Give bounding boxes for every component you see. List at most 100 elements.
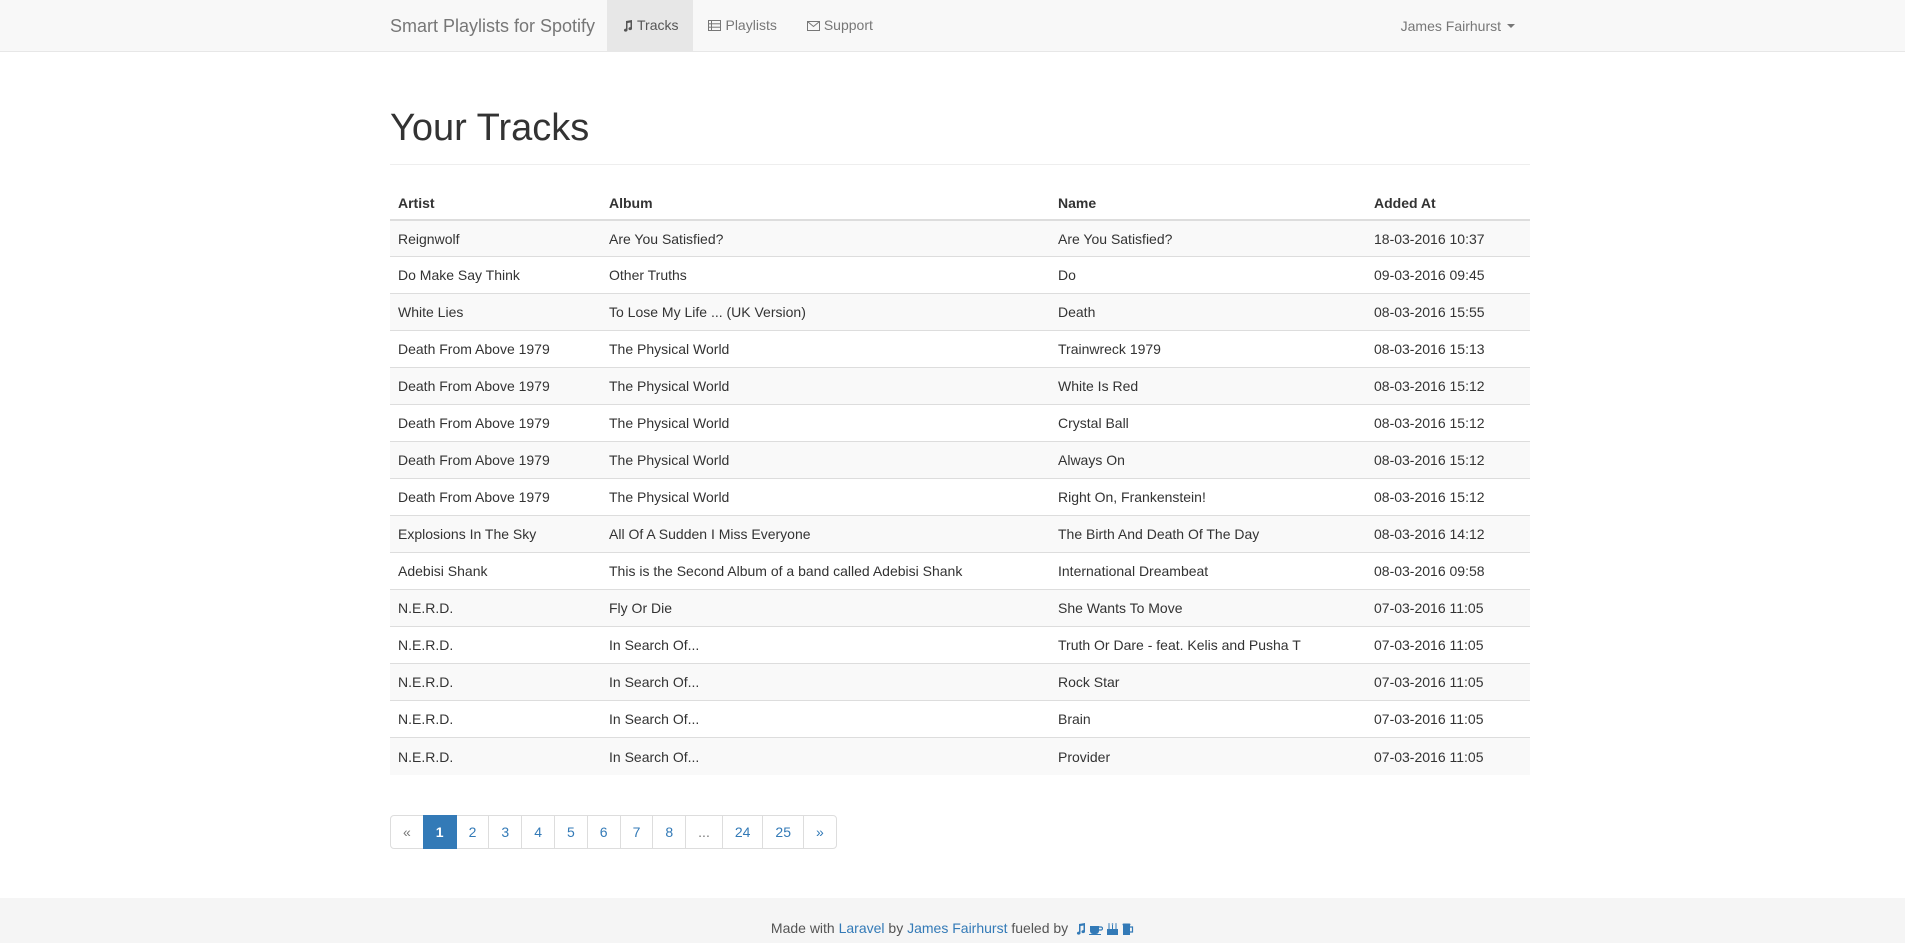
page-next-button[interactable]: » — [803, 814, 837, 849]
page-link-4[interactable]: 4 — [521, 814, 555, 849]
cell-name: Brain — [1050, 700, 1366, 738]
nav-item-support[interactable]: Support — [792, 0, 888, 51]
table-row: N.E.R.D. In Search Of... Provider 07-03-201… — [390, 737, 1530, 775]
music-icon — [623, 19, 633, 32]
cell-album: In Search Of... — [601, 663, 1050, 701]
cell-added-at: 07-03-2016 11:05 — [1366, 626, 1530, 664]
column-header-name: Name — [1050, 182, 1366, 221]
nav-item-playlists[interactable]: Playlists — [693, 0, 791, 51]
cell-name: She Wants To Move — [1050, 589, 1366, 627]
cell-name: White Is Red — [1050, 367, 1366, 405]
envelope-icon — [806, 20, 820, 31]
table-row: Death From Above 1979 The Physical World T… — [390, 330, 1530, 368]
cell-album: To Lose My Life ... (UK Version) — [601, 293, 1050, 331]
cell-name: Always On — [1050, 441, 1366, 479]
cell-name: The Birth And Death Of The Day — [1050, 515, 1366, 553]
cell-name: Truth Or Dare - feat. Kelis and Pusha T — [1050, 626, 1366, 664]
coffee-icon — [1089, 926, 1104, 936]
cell-artist: Death From Above 1979 — [390, 441, 601, 479]
cell-added-at: 08-03-2016 15:12 — [1366, 404, 1530, 442]
cell-name: International Dreambeat — [1050, 552, 1366, 590]
table-row: N.E.R.D. In Search Of... Brain 07-03-2016 1… — [390, 700, 1530, 738]
cell-album: In Search Of... — [601, 700, 1050, 738]
page-link-3[interactable]: 3 — [488, 814, 523, 849]
list-icon — [708, 20, 722, 31]
page-link-1[interactable]: 1 — [422, 814, 457, 849]
navbar: Smart Playlists for Spotify Tracks Playl… — [0, 0, 1905, 52]
table-row: White Lies To Lose My Life ... (UK Versio… — [390, 293, 1530, 331]
cell-album: The Physical World — [601, 330, 1050, 368]
cell-added-at: 09-03-2016 09:45 — [1366, 256, 1530, 294]
page-link-6[interactable]: 6 — [586, 814, 621, 849]
user-name: James Fairhurst — [1400, 18, 1501, 34]
column-header-artist: Artist — [390, 182, 601, 221]
cell-artist: Adebisi Shank — [390, 552, 601, 590]
cell-added-at: 07-03-2016 11:05 — [1366, 737, 1530, 775]
table-row: Adebisi Shank This is the Second Album of… — [390, 552, 1530, 590]
author-link[interactable]: James Fairhurst — [907, 920, 1007, 936]
cell-artist: Do Make Say Think — [390, 256, 601, 294]
cell-added-at: 08-03-2016 15:55 — [1366, 293, 1530, 331]
page-link-2[interactable]: 2 — [455, 814, 490, 849]
cell-artist: N.E.R.D. — [390, 626, 601, 664]
page-title: Your Tracks — [390, 107, 590, 149]
column-header-added-at: Added At — [1366, 182, 1530, 221]
page-link-24[interactable]: 24 — [721, 814, 764, 849]
cell-added-at: 08-03-2016 09:58 — [1366, 552, 1530, 590]
nav-menu: Tracks Playlists Support — [607, 0, 888, 51]
table-row: Death From Above 1979 The Physical World R… — [390, 478, 1530, 516]
table-row: Death From Above 1979 The Physical World C… — [390, 404, 1530, 442]
cell-artist: White Lies — [390, 293, 601, 331]
page-ellipsis: ... — [685, 814, 723, 849]
cell-artist: N.E.R.D. — [390, 737, 601, 775]
cell-album: Fly Or Die — [601, 589, 1050, 627]
footer-fueled-by: fueled by — [1011, 920, 1069, 936]
cell-album: This is the Second Album of a band calle… — [601, 552, 1050, 590]
fuel-icons — [1075, 923, 1134, 936]
cell-artist: Reignwolf — [390, 219, 601, 257]
column-header-album: Album — [601, 182, 1050, 221]
footer: Made with Laravel by James Fairhurst fue… — [0, 898, 1905, 943]
cake-icon — [1107, 923, 1119, 936]
table-header-row: Artist Album Name Added At — [390, 182, 1530, 221]
pagination: «1 2 3 4 5 6 7 8... 24 25» — [390, 814, 1530, 849]
cell-album: Other Truths — [601, 256, 1050, 294]
beer-icon — [1122, 923, 1134, 936]
cell-album: Are You Satisfied? — [601, 219, 1050, 257]
footer-made-with: Made with — [770, 920, 835, 936]
table-row: N.E.R.D. In Search Of... Truth Or Dare - f… — [390, 626, 1530, 664]
main-container: Your Tracks Artist Album Name Added At R… — [390, 52, 1530, 849]
cell-artist: Death From Above 1979 — [390, 367, 601, 405]
cell-album: The Physical World — [601, 478, 1050, 516]
cell-name: Crystal Ball — [1050, 404, 1366, 442]
music-icon — [1076, 923, 1086, 935]
table-row: Death From Above 1979 The Physical World W… — [390, 367, 1530, 405]
cell-added-at: 07-03-2016 11:05 — [1366, 589, 1530, 627]
cell-name: Trainwreck 1979 — [1050, 330, 1366, 368]
page-link-8[interactable]: 8 — [652, 814, 687, 849]
cell-name: Are You Satisfied? — [1050, 219, 1366, 257]
page-link-5[interactable]: 5 — [553, 814, 588, 849]
cell-added-at: 07-03-2016 11:05 — [1366, 700, 1530, 738]
cell-album: In Search Of... — [601, 737, 1050, 775]
page-link-7[interactable]: 7 — [619, 814, 654, 849]
cell-added-at: 08-03-2016 15:12 — [1366, 478, 1530, 516]
cell-artist: N.E.R.D. — [390, 700, 601, 738]
cell-artist: N.E.R.D. — [390, 663, 601, 701]
nav-item-label: Playlists — [725, 17, 777, 33]
user-dropdown[interactable]: James Fairhurst — [1401, 0, 1515, 52]
cell-album: The Physical World — [601, 441, 1050, 479]
laravel-link[interactable]: Laravel — [839, 920, 885, 936]
brand-link[interactable]: Smart Playlists for Spotify — [390, 0, 595, 52]
cell-album: The Physical World — [601, 367, 1050, 405]
page-link-25[interactable]: 25 — [762, 814, 804, 849]
nav-item-tracks[interactable]: Tracks — [607, 0, 694, 51]
table-row: Do Make Say Think Other Truths Do 09-03-201… — [390, 256, 1530, 294]
table-row: Death From Above 1979 The Physical World A… — [390, 441, 1530, 479]
cell-name: Right On, Frankenstein! — [1050, 478, 1366, 516]
cell-added-at: 07-03-2016 11:05 — [1366, 663, 1530, 701]
cell-name: Rock Star — [1050, 663, 1366, 701]
cell-added-at: 18-03-2016 10:37 — [1366, 219, 1530, 257]
nav-item-label: Tracks — [637, 17, 679, 33]
page-prev-button: « — [390, 814, 424, 849]
